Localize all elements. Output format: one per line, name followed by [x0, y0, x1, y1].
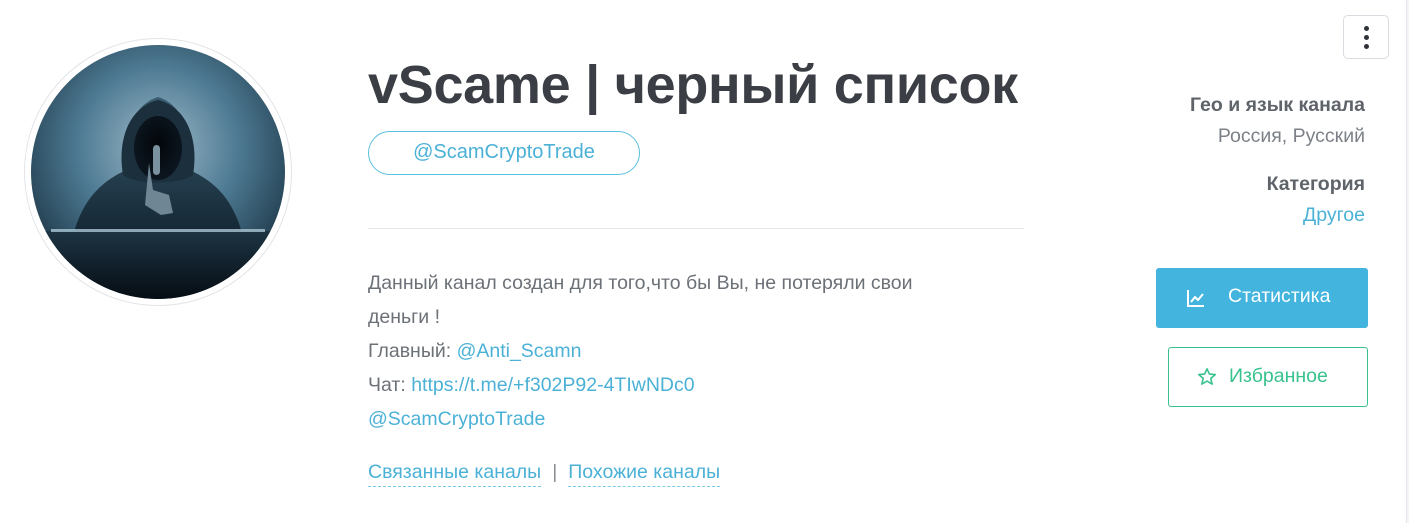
category-label: Категория [1266, 173, 1365, 195]
favorite-button[interactable]: Избранное [1168, 347, 1368, 407]
geo-language-value: Россия, Русский [1217, 125, 1365, 147]
related-channels-nav: Связанные каналы | Похожие каналы [368, 461, 721, 487]
similar-channels-link[interactable]: Похожие каналы [568, 461, 721, 487]
description-line: Данный канал создан для того,что бы Вы, … [368, 272, 913, 294]
line-chart-icon [1187, 290, 1204, 307]
statistics-button[interactable]: Статистика [1156, 268, 1368, 328]
channel-card: vScame | черный список @ScamCryptoTrade … [0, 0, 1407, 523]
divider [368, 228, 1024, 229]
channel-handle-button[interactable]: @ScamCryptoTrade [368, 131, 640, 175]
more-options-button[interactable] [1343, 15, 1389, 59]
main-label: Главный: [368, 340, 457, 362]
channel-description: Данный канал создан для того,что бы Вы, … [368, 266, 1008, 436]
separator: | [552, 461, 558, 483]
chat-label: Чат: [368, 374, 412, 396]
description-line: деньги ! [368, 306, 440, 328]
star-outline-icon [1198, 368, 1216, 385]
description-main-row: Главный: @Anti_Scamn [368, 334, 1008, 368]
main-channel-link[interactable]: @Anti_Scamn [457, 340, 582, 362]
statistics-label: Статистика [1228, 285, 1331, 307]
geo-language-label: Гео и язык канала [1189, 94, 1365, 116]
favorite-label: Избранное [1229, 365, 1328, 387]
category-link[interactable]: Другое [1303, 204, 1365, 227]
linked-channels-link[interactable]: Связанные каналы [368, 461, 542, 487]
description-handle-row: @ScamCryptoTrade [368, 402, 1008, 436]
avatar [31, 45, 285, 299]
hooded-hacker-avatar-icon [31, 45, 285, 299]
chat-link[interactable]: https://t.me/+f302P92-4TIwNDc0 [411, 374, 694, 396]
avatar-frame [24, 38, 292, 306]
description-chat-row: Чат: https://t.me/+f302P92-4TIwNDc0 [368, 368, 1008, 402]
handle-link[interactable]: @ScamCryptoTrade [368, 408, 545, 430]
channel-title: vScame | черный список [368, 55, 1018, 115]
